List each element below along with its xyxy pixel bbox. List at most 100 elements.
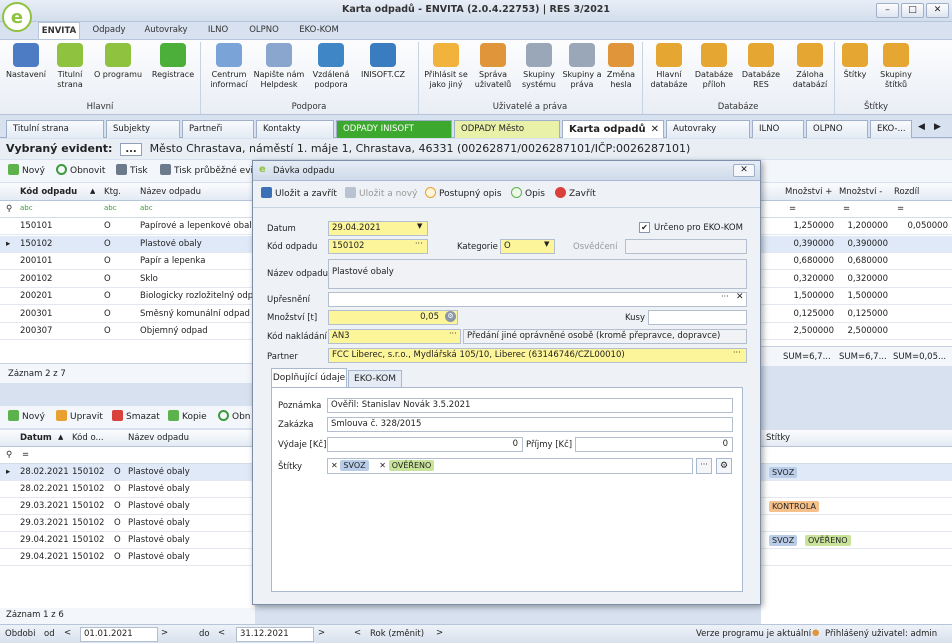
dialog-close-button[interactable]: Zavřít [555, 186, 596, 202]
ellipsis-icon[interactable]: ··· [415, 239, 423, 248]
specification-input[interactable] [328, 292, 747, 307]
remove-tag-icon[interactable]: ✕ [379, 461, 386, 470]
tab-scroll-right-icon[interactable]: ▶ [934, 122, 941, 132]
doc-tab-olpno[interactable]: OLPNO [806, 120, 868, 138]
tags-ellipsis-button[interactable]: ··· [696, 458, 712, 474]
table-row[interactable]: 29.04.2021 150102 O Plastové obaly [0, 532, 255, 549]
table-row[interactable]: 200201 O Biologicky rozložitelný odpad [0, 288, 264, 305]
filter-equals-icon[interactable]: = [22, 450, 29, 460]
save-close-button[interactable]: Uložit a zavřít [261, 186, 337, 202]
doc-tab-ilno[interactable]: ILNO [752, 120, 804, 138]
next-year-icon[interactable]: > [436, 628, 443, 638]
ribbon-button-inisoft[interactable]: INISOFT.CZ [356, 43, 410, 80]
table-row[interactable]: 1,250000 1,200000 0,050000 [761, 218, 952, 235]
ribbon-button-user-switch[interactable]: Přihlásit se jako jiný [420, 43, 472, 90]
ribbon-button-ci[interactable]: Centrum informací [206, 43, 252, 90]
delete-button[interactable]: Smazat [112, 409, 160, 425]
ribbon-tab-autovraky[interactable]: Autovraky [138, 22, 194, 39]
dropdown-arrow-icon[interactable]: ▼ [417, 222, 422, 230]
year-change-button[interactable]: Rok (změnit) [370, 629, 424, 639]
doc-tab-autovraky[interactable]: Autovraky [666, 120, 750, 138]
envita-logo-icon[interactable]: e [2, 2, 32, 32]
date-to-input[interactable]: 31.12.2021 [236, 627, 314, 642]
table-row[interactable]: 1,500000 1,500000 [761, 288, 952, 305]
doc-tab-eko[interactable]: EKO-... [870, 120, 912, 138]
minimize-button[interactable]: – [876, 3, 899, 18]
col-ktg[interactable]: Ktg. [104, 187, 121, 197]
table-row[interactable]: 29.03.2021 150102 O Plastové obaly [0, 498, 255, 515]
col-kod[interactable]: Kód o... [72, 433, 104, 443]
dropdown-arrow-icon[interactable]: ▼ [544, 240, 549, 248]
ribbon-button-gears[interactable]: Nastavení [4, 43, 48, 80]
calculator-icon[interactable]: ⚙ [445, 311, 456, 322]
date-input[interactable]: 29.04.2021 [328, 221, 428, 236]
filter-equals-icon[interactable]: = [789, 204, 796, 214]
tab-eko-kom[interactable]: EKO-KOM [348, 370, 402, 387]
ellipsis-icon[interactable]: ··· [449, 329, 457, 338]
partner-input[interactable]: FCC Liberec, s.r.o., Mydlářská 105/10, L… [328, 348, 747, 363]
prev-year-icon[interactable]: < [354, 628, 361, 638]
ribbon-button-group-rights[interactable]: Skupiny a práva [562, 43, 602, 90]
table-row[interactable]: SVOZ OVĚŘENO [761, 532, 952, 549]
ribbon-tab-envita[interactable]: ENVITA [38, 22, 80, 39]
table-row[interactable]: ▸ 150102 O Plastové obaly [0, 235, 255, 253]
ribbon-button-users[interactable]: Správa uživatelů [470, 43, 516, 90]
pieces-input[interactable] [648, 310, 747, 325]
doc-tab-titulni-strana[interactable]: Titulní strana [6, 120, 104, 138]
table-row[interactable] [761, 481, 952, 498]
prev-arrow-icon[interactable]: < [218, 628, 225, 638]
table-row[interactable]: 200307 O Objemný odpad [0, 323, 255, 340]
table-row[interactable] [761, 515, 952, 532]
date-from-input[interactable]: 01.01.2021 [80, 627, 158, 642]
col-nazev[interactable]: Název odpadu [128, 433, 189, 443]
col-datum[interactable]: Datum [20, 433, 52, 443]
eko-kom-checkbox[interactable]: ✔ [639, 222, 650, 233]
ribbon-button-mail[interactable]: Napište nám Helpdesk [252, 43, 306, 90]
ribbon-button-user-key[interactable]: Změna hesla [604, 43, 638, 90]
doc-tab-subjekty[interactable]: Subjekty [106, 120, 180, 138]
tab-additional-info[interactable]: Doplňující údaje [271, 368, 347, 387]
ribbon-button-database-attach[interactable]: Databáze příloh [692, 43, 736, 90]
filter-icon[interactable]: ⚲ [6, 204, 12, 214]
close-tab-icon[interactable]: ✕ [651, 121, 659, 138]
doc-tab-odpady-inisoft[interactable]: ODPADY INISOFT [336, 120, 452, 138]
table-row[interactable]: 29.03.2021 150102 O Plastové obaly [0, 515, 255, 532]
print-button[interactable]: Tisk [116, 163, 148, 179]
quantity-input[interactable]: 0,05 [328, 310, 458, 325]
doc-tab-partneri[interactable]: Partneři [182, 120, 254, 138]
save-new-button[interactable]: Uložit a nový [345, 186, 417, 202]
edit-button[interactable]: Upravit [56, 409, 103, 425]
transcript-button[interactable]: Opis [511, 186, 545, 202]
certificate-input[interactable] [625, 239, 747, 254]
table-row[interactable]: 0,125000 0,125000 [761, 306, 952, 323]
filter-equals-icon[interactable]: = [843, 204, 850, 214]
table-row[interactable]: 0,680000 0,680000 [761, 253, 952, 270]
doc-tab-karta-odpadu[interactable]: Karta odpadů ✕ [562, 120, 664, 138]
table-row[interactable]: 0,320000 0,320000 [761, 271, 952, 288]
col-rozdil[interactable]: Rozdíl [894, 187, 919, 197]
ribbon-tab-odpady[interactable]: Odpady [86, 22, 132, 39]
doc-tab-odpady-mesto[interactable]: ODPADY Město [454, 120, 560, 138]
table-row[interactable]: 200101 O Papír a lepenka [0, 253, 255, 270]
table-row[interactable]: 200301 O Směsný komunální odpad [0, 306, 255, 323]
ribbon-button-info[interactable]: O programu [90, 43, 146, 80]
filter-abc-icon[interactable]: abc [104, 204, 117, 212]
ribbon-tab-eko-kom[interactable]: EKO-KOM [292, 22, 346, 39]
table-row[interactable]: 2,500000 2,500000 [761, 323, 952, 340]
ribbon-button-backup[interactable]: Záloha databází [788, 43, 832, 90]
table-row[interactable]: 0,390000 0,390000 [761, 235, 952, 253]
table-row[interactable]: SVOZ [761, 464, 952, 481]
waste-code-input[interactable]: 150102 [328, 239, 428, 254]
ribbon-button-tags[interactable]: Štítky [840, 43, 870, 80]
col-stitky[interactable]: Štítky [766, 433, 790, 443]
evident-select-button[interactable]: ... [120, 143, 142, 156]
next-arrow-icon[interactable]: > [161, 628, 168, 638]
col-mnozstvi-plus[interactable]: Množství + [785, 187, 832, 197]
ribbon-button-group[interactable]: Skupiny systému [518, 43, 560, 90]
tags-input[interactable]: ✕ SVOZ ✕ OVĚŘENO [327, 458, 693, 474]
filter-equals-icon[interactable]: = [897, 204, 904, 214]
col-nazev-odpadu[interactable]: Název odpadu [140, 187, 201, 197]
copy-button[interactable]: Kopie [168, 409, 207, 425]
ribbon-tab-olpno[interactable]: OLPNO [242, 22, 286, 39]
ribbon-button-check-badge[interactable]: Registrace [148, 43, 198, 80]
